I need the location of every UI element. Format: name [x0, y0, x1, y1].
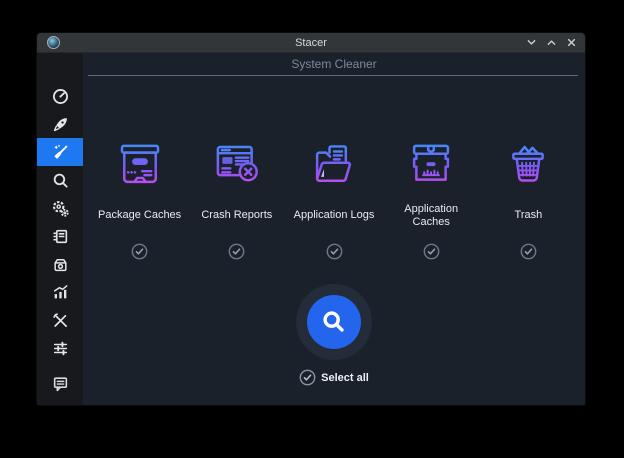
chevron-down-icon — [527, 38, 536, 47]
sliders-icon — [52, 340, 69, 357]
search-icon — [319, 307, 349, 337]
check-circle-icon — [228, 243, 245, 260]
application-logs-checkbox[interactable] — [326, 243, 343, 260]
window-controls — [526, 38, 576, 48]
sidebar-item-search[interactable] — [37, 166, 83, 194]
cleaner-items: Package Caches — [83, 138, 585, 260]
select-all-toggle[interactable]: Select all — [83, 369, 585, 386]
stacer-window: Stacer — [37, 33, 585, 405]
chat-icon — [52, 375, 69, 392]
broom-icon — [52, 144, 69, 161]
check-circle-icon — [520, 243, 537, 260]
crash-reports-checkbox[interactable] — [228, 243, 245, 260]
application-caches-checkbox[interactable] — [423, 243, 440, 260]
item-label: Crash Reports — [201, 202, 272, 230]
scan-area — [83, 284, 585, 360]
chevron-up-icon — [547, 38, 556, 47]
cleaner-item-application-caches: Application Caches — [383, 138, 480, 260]
sidebar-item-processes[interactable] — [37, 222, 83, 250]
sidebar-item-settings[interactable] — [37, 334, 83, 362]
select-all-checkbox[interactable] — [299, 369, 316, 386]
tools-icon — [52, 312, 69, 329]
item-label: Trash — [515, 202, 543, 230]
check-circle-icon — [299, 369, 316, 386]
check-circle-icon — [131, 243, 148, 260]
trash-icon — [501, 138, 555, 192]
item-label: Application Logs — [294, 202, 375, 230]
header-divider — [88, 75, 578, 76]
chart-icon — [52, 284, 69, 301]
titlebar: Stacer — [37, 33, 585, 53]
page-title: System Cleaner — [83, 57, 585, 72]
rocket-icon — [52, 116, 69, 133]
scan-button[interactable] — [307, 295, 361, 349]
sidebar-item-resources[interactable] — [37, 278, 83, 306]
window-body: System Cleaner Package Caches — [37, 53, 585, 405]
application-logs-icon — [307, 138, 361, 192]
package-caches-icon — [113, 138, 167, 192]
desktop: Stacer — [0, 0, 624, 458]
application-caches-icon — [404, 138, 458, 192]
sidebar-item-system-cleaner[interactable] — [37, 138, 83, 166]
scan-button-halo — [296, 284, 372, 360]
trash-checkbox[interactable] — [520, 243, 537, 260]
book-icon — [52, 228, 69, 245]
sidebar-item-feedback[interactable] — [37, 369, 83, 397]
sidebar-item-helpers[interactable] — [37, 306, 83, 334]
item-label: Application Caches — [388, 202, 474, 230]
sidebar-item-uninstaller[interactable] — [37, 250, 83, 278]
check-circle-icon — [423, 243, 440, 260]
cleaner-item-application-logs: Application Logs — [285, 138, 382, 260]
select-all-label: Select all — [321, 372, 369, 384]
sidebar-item-dashboard[interactable] — [37, 82, 83, 110]
cleaner-item-package-caches: Package Caches — [91, 138, 188, 260]
gauge-icon — [52, 88, 69, 105]
crash-reports-icon — [210, 138, 264, 192]
maximize-button[interactable] — [546, 38, 556, 48]
check-circle-icon — [326, 243, 343, 260]
cleaner-item-trash: Trash — [480, 138, 577, 260]
package-caches-checkbox[interactable] — [131, 243, 148, 260]
search-icon — [52, 172, 69, 189]
sidebar-item-startup-apps[interactable] — [37, 110, 83, 138]
close-button[interactable] — [566, 38, 576, 48]
sidebar-item-services[interactable] — [37, 194, 83, 222]
window-title: Stacer — [37, 37, 585, 49]
package-icon — [52, 256, 69, 273]
item-label: Package Caches — [98, 202, 181, 230]
minimize-button[interactable] — [526, 38, 536, 48]
system-cleaner-page: System Cleaner Package Caches — [83, 53, 585, 405]
stacer-logo-icon — [47, 36, 60, 49]
close-icon — [567, 38, 576, 47]
sidebar — [37, 53, 83, 405]
gears-icon — [52, 200, 69, 217]
cleaner-item-crash-reports: Crash Reports — [188, 138, 285, 260]
